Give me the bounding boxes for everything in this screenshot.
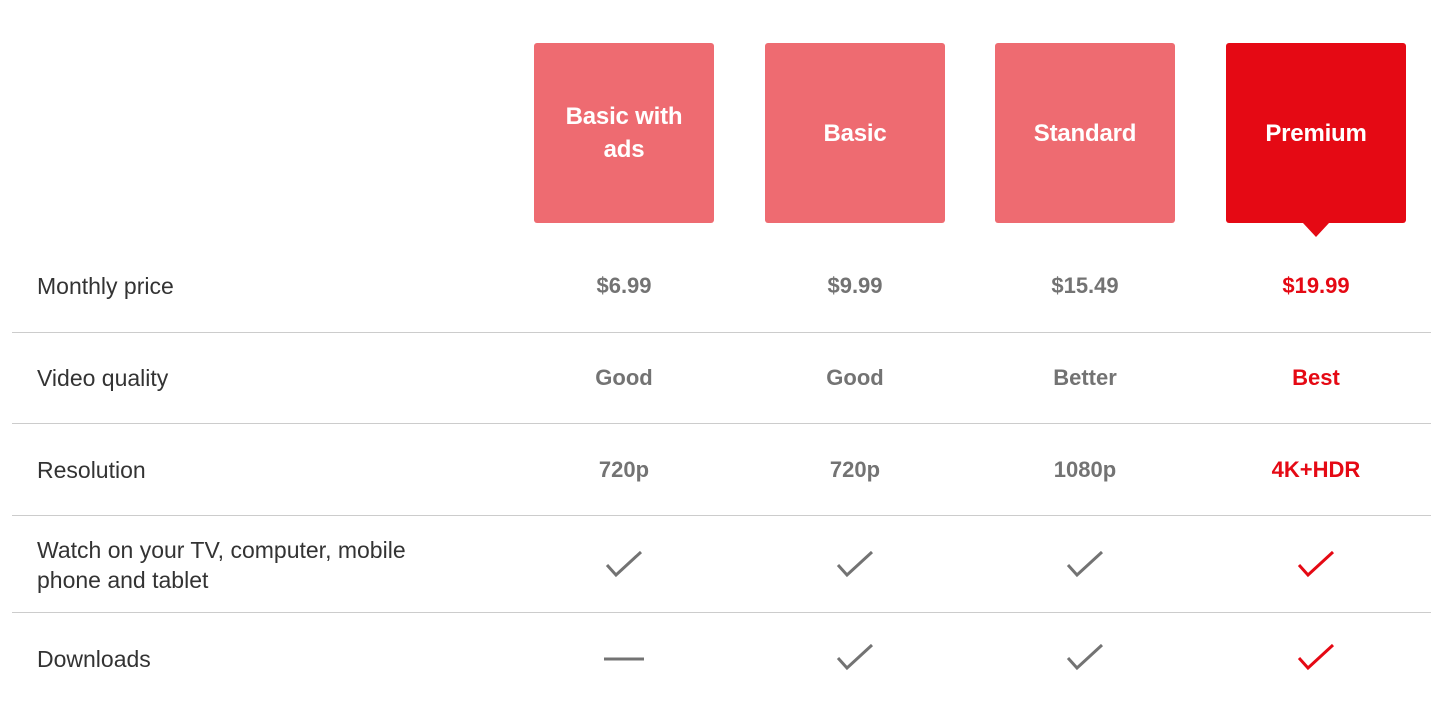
quality-standard: Better — [1053, 365, 1117, 390]
price-basic-with-ads: $6.99 — [596, 273, 652, 298]
check-icon — [534, 551, 714, 581]
price-premium: $19.99 — [1282, 273, 1350, 298]
plan-card-premium[interactable]: Premium — [1226, 43, 1406, 237]
plan-card-basic[interactable]: Basic — [765, 43, 945, 223]
check-icon — [995, 644, 1175, 674]
row-label: Monthly price — [37, 273, 174, 299]
row-downloads: Downloads — [12, 613, 1431, 705]
row-resolution: Resolution 720p 720p 1080p 4K+HDR — [12, 424, 1431, 516]
plan-name: Premium — [1265, 119, 1367, 147]
row-label: Watch on your TV, computer, mobile phone… — [37, 537, 406, 593]
dash-icon — [534, 644, 714, 674]
row-label: Resolution — [37, 457, 146, 483]
row-label: Video quality — [37, 365, 169, 391]
selected-pointer-icon — [1303, 223, 1329, 237]
resolution-basic-with-ads: 720p — [598, 457, 650, 482]
plan-card-standard[interactable]: Standard — [995, 43, 1175, 223]
quality-basic-with-ads: Good — [595, 365, 653, 390]
check-icon — [995, 551, 1175, 581]
check-icon — [1226, 644, 1406, 674]
row-video-quality: Video quality Good Good Better Best — [12, 333, 1431, 424]
plan-name: Basic with ads — [565, 103, 683, 163]
row-label: Downloads — [37, 646, 151, 672]
resolution-premium: 4K+HDR — [1271, 457, 1361, 482]
check-icon — [1226, 551, 1406, 581]
quality-premium: Best — [1292, 365, 1340, 390]
plan-card-basic-with-ads[interactable]: Basic with ads — [534, 43, 714, 223]
resolution-basic: 720p — [829, 457, 881, 482]
row-monthly-price: Monthly price $6.99 $9.99 $15.49 $19.99 — [12, 242, 1431, 333]
resolution-standard: 1080p — [1053, 457, 1117, 482]
price-standard: $15.49 — [1051, 273, 1119, 298]
price-basic: $9.99 — [827, 273, 883, 298]
plan-name: Basic — [823, 119, 887, 147]
plan-name: Standard — [1033, 119, 1137, 147]
check-icon — [765, 644, 945, 674]
row-watch-on-devices: Watch on your TV, computer, mobile phone… — [12, 516, 1431, 613]
plan-comparison: Basic with ads Basic Standard Premium Mo… — [0, 0, 1447, 705]
quality-basic: Good — [826, 365, 884, 390]
check-icon — [765, 551, 945, 581]
